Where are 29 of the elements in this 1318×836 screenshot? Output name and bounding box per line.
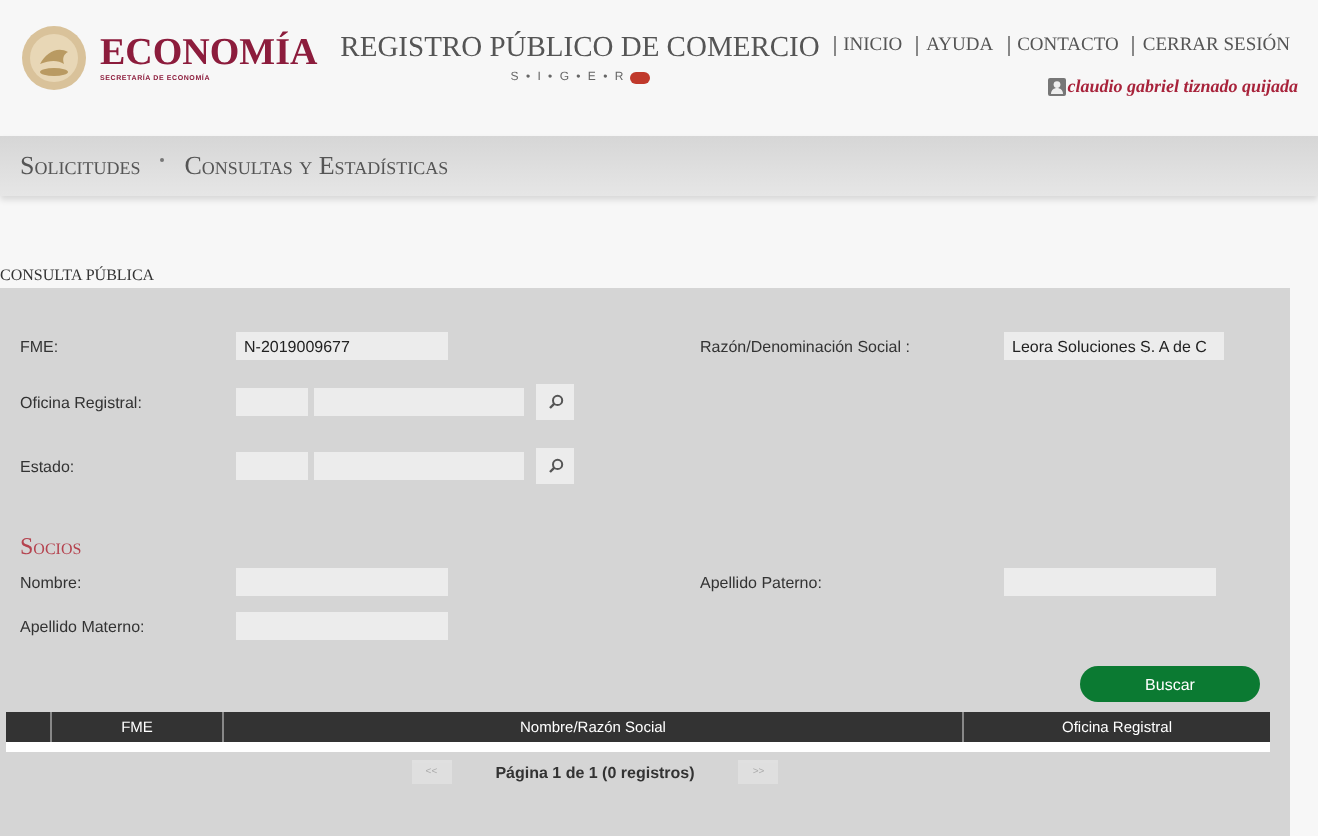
section-title: Socios bbox=[18, 532, 84, 560]
nav-menu-item[interactable]: Solicitudes bbox=[20, 150, 141, 182]
emblem-icon bbox=[20, 24, 88, 92]
page-title: CONSULTA PÚBLICA bbox=[0, 263, 157, 287]
page-info: Página 1 de 1 (0 registros) bbox=[495, 763, 695, 781]
search-button[interactable] bbox=[536, 384, 574, 420]
field-label: Nombre: bbox=[20, 573, 84, 591]
nav-menu-item[interactable]: Consultas y Estadísticas bbox=[184, 150, 449, 182]
site-title: REGISTRO PÚBLICO DE COMERCIO bbox=[340, 32, 820, 66]
text-field[interactable]: N-2019009677 bbox=[236, 332, 448, 360]
text-field[interactable]: Leora Soluciones S. A de C bbox=[1004, 332, 1224, 360]
header-link[interactable]: CERRAR SESIÓN bbox=[1132, 36, 1298, 56]
logo-text: ECONOMÍA bbox=[100, 34, 318, 74]
search-button[interactable]: Buscar bbox=[1080, 666, 1260, 702]
field-label: Estado: bbox=[20, 457, 77, 475]
user-name[interactable]: claudio gabriel tiznado quijada bbox=[1067, 76, 1298, 96]
badge-icon bbox=[629, 72, 650, 84]
header-link[interactable]: AYUDA bbox=[916, 36, 1002, 56]
header-link[interactable]: INICIO bbox=[833, 36, 911, 56]
field-label: Apellido Paterno: bbox=[700, 573, 824, 591]
header-link[interactable]: CONTACTO bbox=[1007, 36, 1127, 56]
field-label: Apellido Materno: bbox=[20, 617, 147, 635]
user-icon bbox=[1047, 77, 1066, 95]
field-label: Razón/Denominación Social : bbox=[700, 337, 912, 355]
field-label: Oficina Registral: bbox=[20, 393, 144, 411]
search-icon bbox=[547, 458, 563, 474]
search-icon bbox=[547, 394, 563, 410]
search-button[interactable] bbox=[536, 448, 574, 484]
field-label: FME: bbox=[20, 337, 61, 355]
